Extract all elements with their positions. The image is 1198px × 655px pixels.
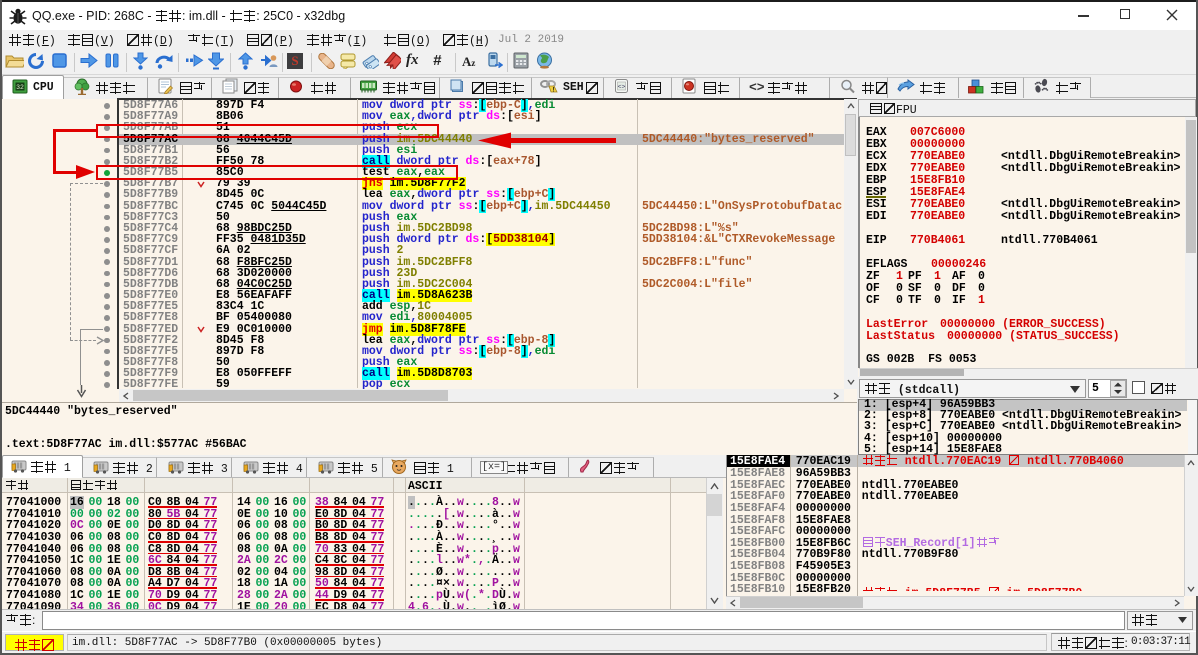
svg-text:<>: <>	[618, 84, 626, 91]
svg-text:32: 32	[16, 84, 24, 91]
svg-text:!: !	[553, 88, 555, 94]
